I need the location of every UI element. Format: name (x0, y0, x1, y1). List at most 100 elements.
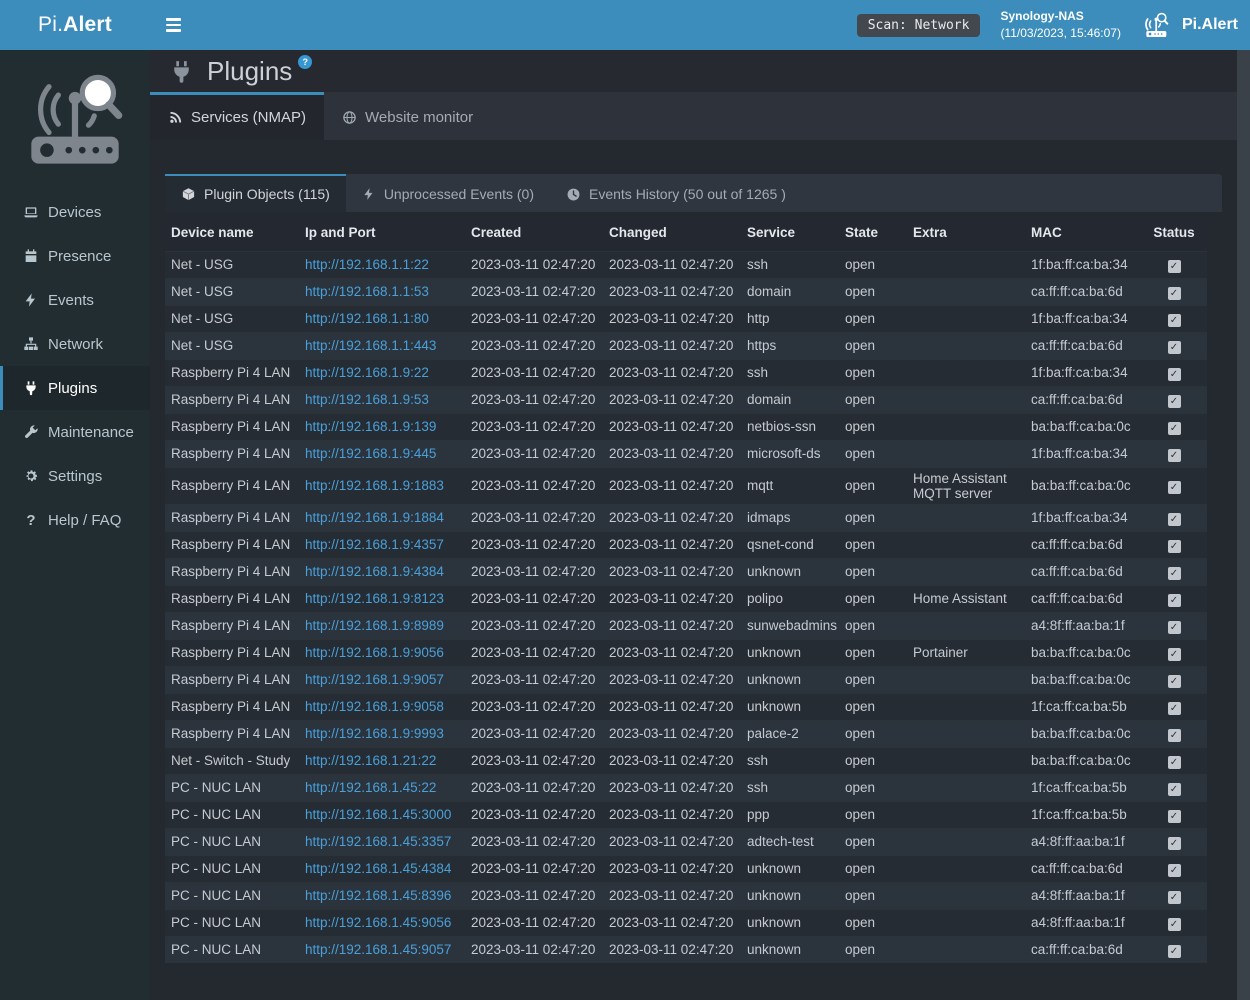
sidebar-item-help-faq[interactable]: ? Help / FAQ (0, 498, 150, 542)
table-row[interactable]: Raspberry Pi 4 LAN http://192.168.1.9:53… (165, 386, 1207, 413)
status-checkbox[interactable]: ✓ (1168, 729, 1181, 742)
brand-link[interactable]: Pi.Alert (1141, 11, 1238, 39)
ip-port-link[interactable]: http://192.168.1.9:139 (305, 419, 436, 434)
table-row[interactable]: Raspberry Pi 4 LAN http://192.168.1.9:43… (165, 558, 1207, 585)
ip-port-link[interactable]: http://192.168.1.45:4384 (305, 861, 451, 876)
ip-port-link[interactable]: http://192.168.1.45:3357 (305, 834, 451, 849)
status-checkbox[interactable]: ✓ (1168, 287, 1181, 300)
status-checkbox[interactable]: ✓ (1168, 837, 1181, 850)
sidebar-toggle-button[interactable] (150, 0, 196, 50)
status-checkbox[interactable]: ✓ (1168, 395, 1181, 408)
status-checkbox[interactable]: ✓ (1168, 891, 1181, 904)
sidebar-item-plugins[interactable]: Plugins (0, 366, 150, 410)
status-checkbox[interactable]: ✓ (1168, 314, 1181, 327)
status-checkbox[interactable]: ✓ (1168, 449, 1181, 462)
ip-port-link[interactable]: http://192.168.1.9:1883 (305, 478, 444, 493)
help-badge[interactable]: ? (298, 55, 312, 69)
sidebar-item-network[interactable]: Network (0, 322, 150, 366)
ip-port-link[interactable]: http://192.168.1.21:22 (305, 753, 436, 768)
table-row[interactable]: PC - NUC LAN http://192.168.1.45:8396 20… (165, 882, 1207, 909)
ip-port-link[interactable]: http://192.168.1.9:22 (305, 365, 429, 380)
status-checkbox[interactable]: ✓ (1168, 864, 1181, 877)
status-checkbox[interactable]: ✓ (1168, 368, 1181, 381)
ip-port-link[interactable]: http://192.168.1.9:8989 (305, 618, 444, 633)
ip-port-link[interactable]: http://192.168.1.1:53 (305, 284, 429, 299)
cell-status: ✓ (1141, 413, 1207, 440)
table-row[interactable]: Net - USG http://192.168.1.1:80 2023-03-… (165, 305, 1207, 332)
ip-port-link[interactable]: http://192.168.1.1:22 (305, 257, 429, 272)
status-checkbox[interactable]: ✓ (1168, 648, 1181, 661)
sidebar-item-devices[interactable]: Devices (0, 190, 150, 234)
status-checkbox[interactable]: ✓ (1168, 810, 1181, 823)
status-checkbox[interactable]: ✓ (1168, 481, 1181, 494)
subtab-events-history[interactable]: Events History (50 out of 1265 ) (550, 174, 802, 212)
status-checkbox[interactable]: ✓ (1168, 783, 1181, 796)
table-row[interactable]: Raspberry Pi 4 LAN http://192.168.1.9:43… (165, 531, 1207, 558)
ip-port-link[interactable]: http://192.168.1.9:9057 (305, 672, 444, 687)
table-row[interactable]: Raspberry Pi 4 LAN http://192.168.1.9:22… (165, 359, 1207, 386)
table-row[interactable]: Raspberry Pi 4 LAN http://192.168.1.9:44… (165, 440, 1207, 467)
ip-port-link[interactable]: http://192.168.1.45:8396 (305, 888, 451, 903)
status-checkbox[interactable]: ✓ (1168, 567, 1181, 580)
tab-website-monitor[interactable]: Website monitor (324, 92, 491, 140)
sidebar-item-events[interactable]: Events (0, 278, 150, 322)
sidebar-item-maintenance[interactable]: Maintenance (0, 410, 150, 454)
table-row[interactable]: Raspberry Pi 4 LAN http://192.168.1.9:99… (165, 720, 1207, 747)
status-checkbox[interactable]: ✓ (1168, 594, 1181, 607)
ip-port-link[interactable]: http://192.168.1.9:9993 (305, 726, 444, 741)
status-checkbox[interactable]: ✓ (1168, 540, 1181, 553)
table-row[interactable]: Net - Switch - Study http://192.168.1.21… (165, 747, 1207, 774)
table-row[interactable]: Raspberry Pi 4 LAN http://192.168.1.9:18… (165, 504, 1207, 531)
table-row[interactable]: Net - USG http://192.168.1.1:443 2023-03… (165, 332, 1207, 359)
status-checkbox[interactable]: ✓ (1168, 675, 1181, 688)
table-row[interactable]: Net - USG http://192.168.1.1:53 2023-03-… (165, 278, 1207, 305)
status-checkbox[interactable]: ✓ (1168, 702, 1181, 715)
app-logo[interactable]: Pi.Alert (0, 0, 150, 50)
status-checkbox[interactable]: ✓ (1168, 341, 1181, 354)
ip-port-link[interactable]: http://192.168.1.45:22 (305, 780, 436, 795)
ip-port-link[interactable]: http://192.168.1.1:443 (305, 338, 436, 353)
table-row[interactable]: PC - NUC LAN http://192.168.1.45:3357 20… (165, 828, 1207, 855)
ip-port-link[interactable]: http://192.168.1.9:8123 (305, 591, 444, 606)
table-row[interactable]: Raspberry Pi 4 LAN http://192.168.1.9:90… (165, 639, 1207, 666)
cell-service: ssh (741, 774, 839, 801)
ip-port-link[interactable]: http://192.168.1.9:4384 (305, 564, 444, 579)
table-row[interactable]: Raspberry Pi 4 LAN http://192.168.1.9:81… (165, 585, 1207, 612)
ip-port-link[interactable]: http://192.168.1.45:9057 (305, 942, 451, 957)
table-row[interactable]: PC - NUC LAN http://192.168.1.45:4384 20… (165, 855, 1207, 882)
tab-services-nmap[interactable]: Services (NMAP) (150, 92, 324, 140)
status-checkbox[interactable]: ✓ (1168, 513, 1181, 526)
status-checkbox[interactable]: ✓ (1168, 422, 1181, 435)
table-row[interactable]: PC - NUC LAN http://192.168.1.45:3000 20… (165, 801, 1207, 828)
cell-status: ✓ (1141, 612, 1207, 639)
table-row[interactable]: Raspberry Pi 4 LAN http://192.168.1.9:90… (165, 666, 1207, 693)
status-checkbox[interactable]: ✓ (1168, 756, 1181, 769)
table-row[interactable]: PC - NUC LAN http://192.168.1.45:9057 20… (165, 936, 1207, 963)
subtab-unprocessed-events[interactable]: Unprocessed Events (0) (346, 174, 550, 212)
cell-state: open (839, 251, 907, 278)
sidebar-item-presence[interactable]: Presence (0, 234, 150, 278)
table-row[interactable]: Raspberry Pi 4 LAN http://192.168.1.9:18… (165, 467, 1207, 504)
status-checkbox[interactable]: ✓ (1168, 621, 1181, 634)
ip-port-link[interactable]: http://192.168.1.9:53 (305, 392, 429, 407)
table-row[interactable]: PC - NUC LAN http://192.168.1.45:22 2023… (165, 774, 1207, 801)
ip-port-link[interactable]: http://192.168.1.45:3000 (305, 807, 451, 822)
table-row[interactable]: PC - NUC LAN http://192.168.1.45:9056 20… (165, 909, 1207, 936)
ip-port-link[interactable]: http://192.168.1.45:9056 (305, 915, 451, 930)
ip-port-link[interactable]: http://192.168.1.9:4357 (305, 537, 444, 552)
ip-port-link[interactable]: http://192.168.1.9:445 (305, 446, 436, 461)
table-row[interactable]: Raspberry Pi 4 LAN http://192.168.1.9:90… (165, 693, 1207, 720)
table-row[interactable]: Raspberry Pi 4 LAN http://192.168.1.9:13… (165, 413, 1207, 440)
ip-port-link[interactable]: http://192.168.1.9:9058 (305, 699, 444, 714)
subtab-plugin-objects[interactable]: Plugin Objects (115) (165, 174, 346, 212)
ip-port-link[interactable]: http://192.168.1.9:9056 (305, 645, 444, 660)
table-row[interactable]: Net - USG http://192.168.1.1:22 2023-03-… (165, 251, 1207, 278)
table-row[interactable]: Raspberry Pi 4 LAN http://192.168.1.9:89… (165, 612, 1207, 639)
ip-port-link[interactable]: http://192.168.1.1:80 (305, 311, 429, 326)
status-checkbox[interactable]: ✓ (1168, 945, 1181, 958)
status-checkbox[interactable]: ✓ (1168, 260, 1181, 273)
vertical-scrollbar[interactable] (1237, 50, 1250, 1000)
status-checkbox[interactable]: ✓ (1168, 918, 1181, 931)
sidebar-item-settings[interactable]: Settings (0, 454, 150, 498)
ip-port-link[interactable]: http://192.168.1.9:1884 (305, 510, 444, 525)
